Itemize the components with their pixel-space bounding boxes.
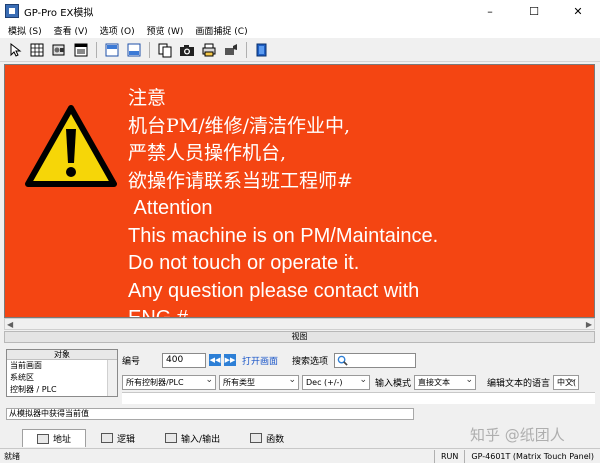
- tab-logic[interactable]: 逻辑: [86, 429, 150, 447]
- tab-logic-label: 逻辑: [117, 434, 136, 445]
- panel-h-icon[interactable]: [102, 40, 122, 60]
- tab-io[interactable]: 输入/输出: [150, 429, 235, 447]
- status-device-model: GP-4601T (Matrix Touch Panel): [464, 449, 600, 463]
- tab-io-label: 输入/输出: [181, 434, 221, 445]
- app-icon: [5, 4, 19, 18]
- warning-line-4: 欲操作请联系当班工程师#: [128, 169, 353, 192]
- toolbar-separator: [246, 41, 247, 58]
- input-mode-label: 输入模式: [375, 378, 412, 389]
- menu-simulate[interactable]: 模拟 (S): [2, 24, 48, 37]
- scroll-right-icon[interactable]: ▶: [586, 320, 592, 329]
- status-run-mode: RUN: [434, 449, 464, 463]
- pointer-icon[interactable]: [5, 40, 25, 60]
- camera-icon[interactable]: [177, 40, 197, 60]
- search-option-label: 搜索选项: [292, 356, 329, 367]
- print-icon[interactable]: [199, 40, 219, 60]
- controller-filter-select[interactable]: 所有控制器/PLC: [122, 374, 216, 390]
- object-panel-title: 对象: [7, 350, 117, 360]
- status-ready: 就绪: [4, 451, 20, 461]
- maximize-button[interactable]: ☐: [512, 0, 556, 22]
- object-item-system-area[interactable]: 系统区: [7, 372, 117, 384]
- logic-icon: [101, 433, 114, 443]
- warning-line-2: 机台PM/维修/清洁作业中,: [128, 114, 351, 137]
- warning-line-6: This machine is on PM/Maintaince.: [128, 224, 439, 247]
- menu-bar: 模拟 (S) 查看 (V) 选项 (O) 预览 (W) 画面捕捉 (C): [0, 22, 600, 38]
- tab-address-label: 地址: [53, 435, 72, 445]
- window-icon[interactable]: [71, 40, 91, 60]
- next-screen-icon[interactable]: ▶▶: [224, 354, 237, 366]
- watermark: 知乎 @纸团人: [470, 426, 565, 444]
- warning-line-7: Do not touch or operate it.: [128, 252, 360, 274]
- tab-function-label: 函数: [266, 434, 285, 445]
- panel-v-icon[interactable]: [124, 40, 144, 60]
- function-icon: [250, 433, 263, 443]
- menu-options[interactable]: 选项 (O): [94, 24, 141, 37]
- tab-function[interactable]: 函数: [235, 429, 299, 447]
- object-item-controller-plc[interactable]: 控制器 / PLC: [7, 384, 117, 396]
- title-bar: GP-Pro EX模拟 – ☐ ✕: [0, 0, 600, 22]
- toolbar-separator: [96, 41, 97, 58]
- io-icon: [165, 433, 178, 443]
- scroll-left-icon[interactable]: ◀: [7, 320, 13, 329]
- warning-sign-icon: [25, 105, 117, 187]
- status-bar: 就绪 RUN GP-4601T (Matrix Touch Panel): [0, 448, 600, 463]
- screen-hscrollbar[interactable]: ◀ ▶: [4, 318, 595, 330]
- warning-line-8: Any question please contact with: [128, 279, 420, 302]
- object-item-current-screen[interactable]: 当前画面: [7, 360, 117, 372]
- warning-message: 注意 机台PM/维修/清洁作业中, 严禁人员操作机台, 欲操作请联系当班工程师#…: [128, 85, 439, 318]
- close-button[interactable]: ✕: [556, 0, 600, 22]
- edit-language-select[interactable]: 中文(: [553, 374, 580, 390]
- toolbar: [0, 38, 600, 62]
- object-panel: 对象 当前画面 系统区 控制器 / PLC: [6, 349, 118, 397]
- copy-icon[interactable]: [155, 40, 175, 60]
- warning-line-9: ENG #: [128, 307, 189, 318]
- minimize-button[interactable]: –: [468, 0, 512, 22]
- warning-line-5: Attention: [128, 197, 213, 219]
- window-title: GP-Pro EX模拟: [24, 7, 94, 19]
- prev-screen-icon[interactable]: ◀◀: [209, 354, 222, 366]
- warning-line-1: 注意: [128, 87, 167, 109]
- open-screen-link[interactable]: 打开画面: [242, 354, 278, 367]
- screen-number-input[interactable]: 400: [162, 352, 207, 368]
- search-input[interactable]: [334, 352, 417, 368]
- tab-address[interactable]: 地址: [22, 429, 87, 447]
- menu-screen-capture[interactable]: 画面捕捉 (C): [189, 24, 253, 37]
- object-panel-scrollbar[interactable]: [107, 360, 117, 396]
- tools-icon[interactable]: [49, 40, 69, 60]
- hmi-screen[interactable]: 注意 机台PM/维修/清洁作业中, 严禁人员操作机台, 欲操作请联系当班工程师#…: [4, 64, 595, 318]
- search-icon: [337, 355, 348, 366]
- value-list-header: [122, 392, 595, 404]
- number-label: 编号: [122, 356, 141, 367]
- settings-icon[interactable]: [221, 40, 241, 60]
- address-icon: [37, 433, 49, 444]
- menu-preview[interactable]: 预览 (W): [141, 24, 190, 37]
- number-format-select[interactable]: Dec (+/-): [302, 374, 370, 390]
- view-panel-title: 视图: [4, 331, 595, 343]
- simulator-status-message: 从模拟器中获得当前值: [6, 408, 414, 420]
- type-filter-select[interactable]: 所有类型: [219, 374, 299, 390]
- menu-view[interactable]: 查看 (V): [48, 24, 94, 37]
- view-properties: 编号 400 ◀◀ ▶▶ 打开画面 搜索选项 所有控制器/PLC 所有类型 De…: [122, 351, 595, 404]
- edit-language-label: 编辑文本的语言: [487, 378, 551, 389]
- input-mode-select[interactable]: 直接文本: [414, 374, 477, 390]
- warning-line-3: 严禁人员操作机台,: [128, 142, 287, 164]
- grid-icon[interactable]: [27, 40, 47, 60]
- exit-icon[interactable]: [252, 40, 272, 60]
- toolbar-separator: [149, 41, 150, 58]
